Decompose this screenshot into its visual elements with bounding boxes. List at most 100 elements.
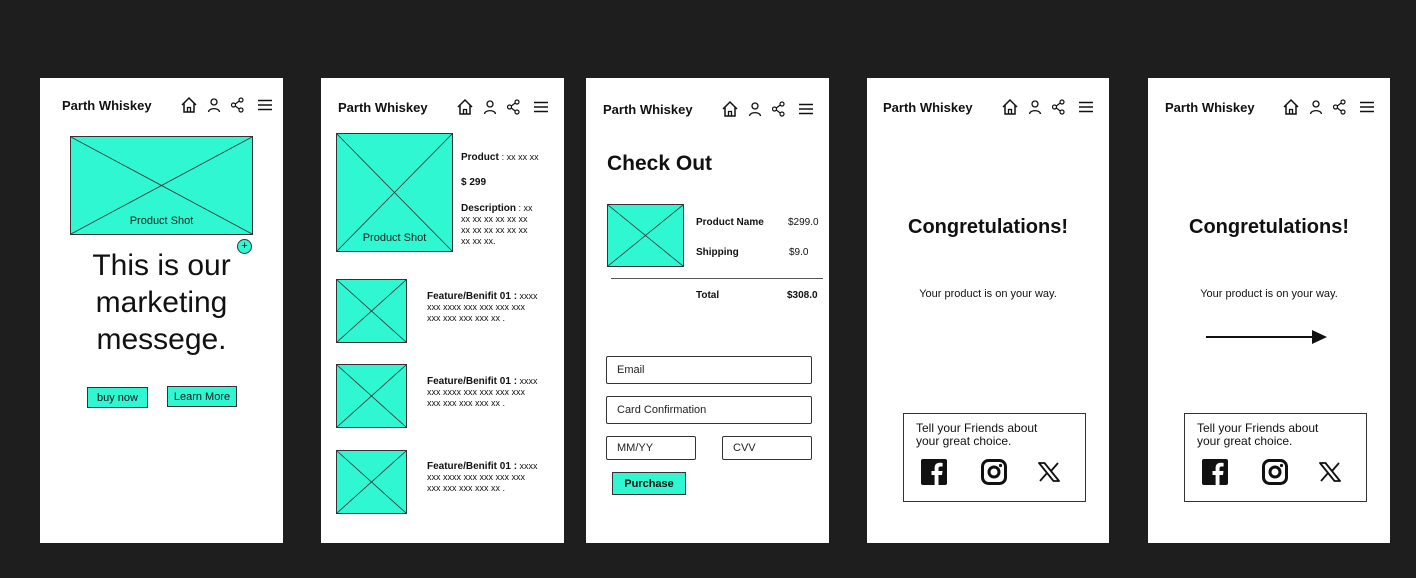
share-icon[interactable]: [1332, 99, 1347, 115]
header-icons: [180, 96, 272, 114]
total-value: $308.0: [787, 290, 818, 301]
feature-text: Feature/Benifit 01 : xxxx xxx xxxx xxx x…: [427, 376, 538, 409]
menu-icon[interactable]: [799, 103, 813, 115]
app-header: Parth Whiskey: [321, 78, 564, 134]
user-icon[interactable]: [1028, 99, 1042, 115]
home-icon[interactable]: [1001, 98, 1019, 116]
product-description: Description : xx xx xx xx xx xx xx xx xx…: [461, 203, 533, 247]
instagram-icon[interactable]: [981, 459, 1007, 490]
menu-icon[interactable]: [1360, 101, 1374, 113]
product-price: $ 299: [461, 177, 487, 188]
description-label: Description: [461, 203, 517, 214]
share-icon[interactable]: [1051, 99, 1066, 115]
share-line: your great choice.: [916, 434, 1012, 448]
menu-icon[interactable]: [258, 99, 272, 111]
share-text: Tell your Friends about your great choic…: [1197, 422, 1318, 448]
x-icon[interactable]: [1319, 462, 1341, 487]
home-icon[interactable]: [456, 98, 474, 116]
feature-label: Feature/Benifit 01 :: [427, 376, 518, 387]
share-icon[interactable]: [771, 101, 786, 117]
user-icon[interactable]: [483, 99, 497, 115]
feature-image-placeholder: [336, 450, 407, 514]
brand-name: Parth Whiskey: [603, 102, 693, 117]
brand-name: Parth Whiskey: [883, 100, 973, 115]
home-icon[interactable]: [1282, 98, 1300, 116]
app-header: Parth Whiskey: [867, 78, 1109, 134]
feature-image-placeholder: [336, 364, 407, 428]
screen-confirmation-next: Parth Whiskey Congretulations! Your prod…: [1148, 78, 1390, 543]
instagram-icon[interactable]: [1262, 459, 1288, 490]
share-text: Tell your Friends about your great choic…: [916, 422, 1037, 448]
product-name-label: Product Name: [696, 217, 764, 228]
product-info: Product : xx xx xx: [461, 152, 539, 163]
feature-line: xxxx: [519, 291, 538, 301]
description-line: xx xx xx.: [461, 236, 496, 246]
header-icons: [456, 98, 548, 116]
screen-confirmation: Parth Whiskey Congretulations! Your prod…: [867, 78, 1109, 543]
email-input[interactable]: Email: [606, 356, 812, 384]
description-line: xx xx xx xx xx xx: [461, 225, 528, 235]
arrow-right-icon[interactable]: [1206, 329, 1328, 350]
header-icons: [1282, 98, 1374, 116]
user-icon[interactable]: [1309, 99, 1323, 115]
marketing-line: This is our: [92, 249, 231, 282]
product-shot-label: Product Shot: [362, 232, 427, 244]
feature-line: xxxx: [519, 461, 538, 471]
learn-more-button[interactable]: Learn More: [167, 386, 237, 407]
brand-name: Parth Whiskey: [338, 100, 428, 115]
menu-icon[interactable]: [534, 101, 548, 113]
home-icon[interactable]: [721, 100, 739, 118]
screen-product: Parth Whiskey Product Shot Product : xx …: [321, 78, 564, 543]
user-icon[interactable]: [748, 101, 762, 117]
facebook-icon[interactable]: [921, 459, 947, 490]
shipping-label: Shipping: [696, 247, 739, 258]
buy-now-button[interactable]: buy now: [87, 387, 148, 408]
home-icon[interactable]: [180, 96, 198, 114]
header-icons: [1001, 98, 1093, 116]
summary-divider: [611, 278, 823, 279]
product-shot-placeholder: Product Shot: [70, 136, 253, 235]
facebook-icon[interactable]: [1202, 459, 1228, 490]
feature-image-placeholder: [336, 279, 407, 343]
screen-home: Parth Whiskey Product Shot + This is our…: [40, 78, 283, 543]
x-icon[interactable]: [1038, 462, 1060, 487]
share-box: Tell your Friends about your great choic…: [903, 413, 1086, 502]
cart-item-image-placeholder: [607, 204, 684, 267]
feature-text: Feature/Benifit 01 : xxxx xxx xxxx xxx x…: [427, 291, 538, 324]
congrats-subtitle: Your product is on your way.: [919, 288, 1057, 300]
cvv-input[interactable]: CVV: [722, 436, 812, 460]
congrats-subtitle: Your product is on your way.: [1200, 288, 1338, 300]
feature-line: xxx xxx xxx xxx xx .: [427, 313, 506, 323]
total-label: Total: [696, 290, 720, 301]
brand-name: Parth Whiskey: [62, 98, 152, 113]
menu-icon[interactable]: [1079, 101, 1093, 113]
product-shot-label: Product Shot: [129, 215, 194, 227]
congrats-title: Congretulations!: [1189, 216, 1349, 238]
expiry-input[interactable]: MM/YY: [606, 436, 696, 460]
header-icons: [721, 100, 813, 118]
app-header: Parth Whiskey: [40, 78, 283, 134]
marketing-message: This is our marketing messege.: [40, 247, 283, 358]
user-icon[interactable]: [207, 97, 221, 113]
feature-line: xxx xxx xxx xxx xx .: [427, 398, 506, 408]
product-label: Product: [461, 152, 499, 163]
feature-line: xxx xxxx xxx xxx xxx xxx: [427, 387, 526, 397]
feature-line: xxx xxxx xxx xxx xxx xxx: [427, 302, 526, 312]
shipping-value: $9.0: [789, 247, 809, 258]
feature-label: Feature/Benifit 01 :: [427, 291, 518, 302]
share-icon[interactable]: [506, 99, 521, 115]
share-box: Tell your Friends about your great choic…: [1184, 413, 1367, 502]
feature-line: xxx xxx xxx xxx xx .: [427, 483, 506, 493]
share-icon[interactable]: [230, 97, 245, 113]
page-title: Check Out: [607, 152, 713, 175]
feature-label: Feature/Benifit 01 :: [427, 461, 518, 472]
congrats-title: Congretulations!: [908, 216, 1068, 238]
brand-name: Parth Whiskey: [1165, 100, 1255, 115]
feature-text: Feature/Benifit 01 : xxxx xxx xxxx xxx x…: [427, 461, 538, 494]
purchase-button[interactable]: Purchase: [612, 472, 686, 495]
card-confirmation-input[interactable]: Card Confirmation: [606, 396, 812, 424]
description-line: : xx: [518, 203, 533, 213]
product-shot-placeholder: Product Shot: [336, 133, 453, 252]
app-header: Parth Whiskey: [586, 78, 829, 134]
marketing-line: messege.: [96, 323, 227, 356]
